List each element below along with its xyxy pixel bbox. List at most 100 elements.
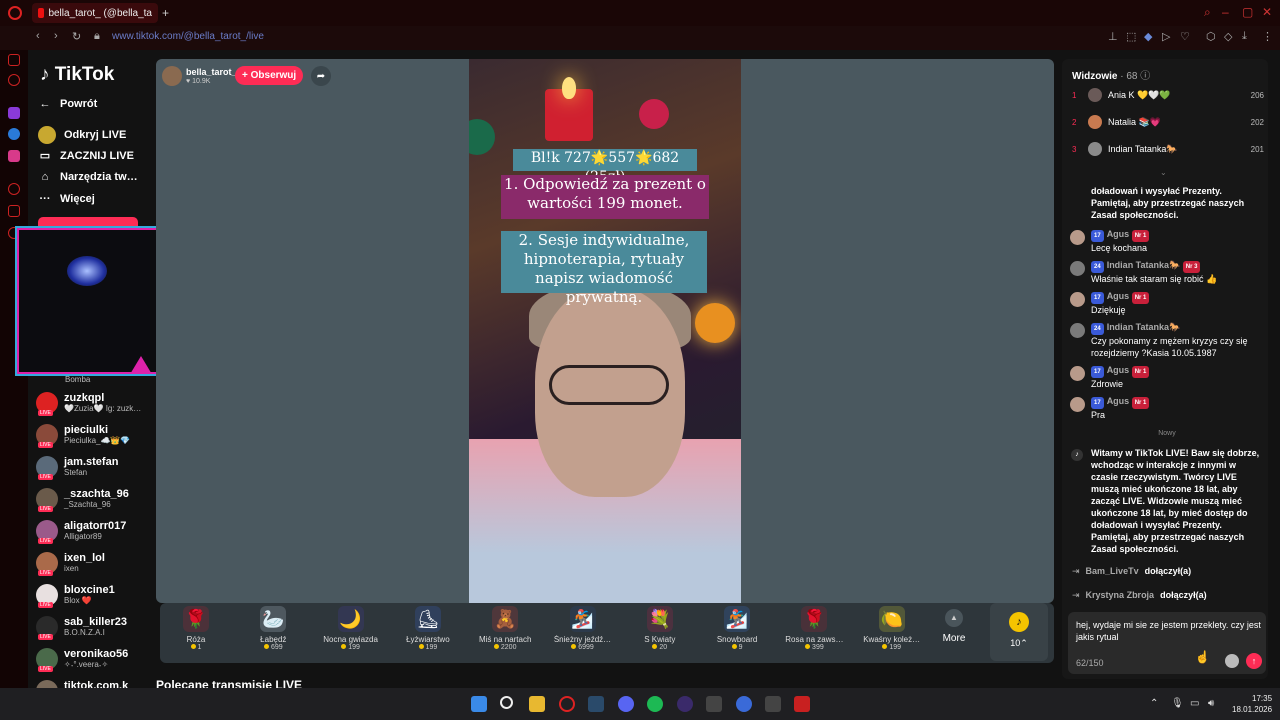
clock-icon[interactable] — [8, 183, 20, 195]
gift-item[interactable]: 🌙 Nocna gwiazda 199 — [316, 606, 386, 651]
shield-icon[interactable]: ◆ — [1144, 30, 1152, 43]
forward-icon[interactable]: › — [54, 30, 58, 42]
top-viewer[interactable]: 2 Natalia 📚💗 202 — [1072, 115, 1264, 129]
obs-icon[interactable] — [706, 696, 722, 712]
viewer-avatar[interactable] — [1088, 115, 1102, 129]
reload-icon[interactable]: ↻ — [72, 30, 81, 43]
channel-item[interactable]: LIVE _szachta_96 _Szachta_96 — [36, 488, 129, 512]
more-gifts-button[interactable]: ▲ More — [935, 607, 973, 644]
channel-item[interactable]: LIVE pieciulki Pieciulka_☁️👑💎 — [36, 424, 130, 448]
gift-item[interactable]: 🧸 Miś na nartach 2200 — [470, 606, 540, 651]
nav-start-live[interactable]: ▭ ZACZNIJ LIVE — [38, 149, 134, 163]
channel-item[interactable]: LIVE jam.stefan Stefan — [36, 456, 118, 480]
channel-name[interactable]: veronikao56 — [64, 648, 128, 660]
close-icon[interactable]: ✕ — [1262, 5, 1272, 19]
channel-avatar[interactable]: LIVE — [36, 424, 58, 448]
share-icon[interactable]: ➦ — [311, 66, 331, 86]
chat-username[interactable]: Agus — [1107, 396, 1130, 406]
chat-avatar[interactable] — [1070, 397, 1085, 412]
join-username[interactable]: Bam_LiveTv — [1086, 566, 1139, 577]
viewer-name[interactable]: Ania K 💛🤍💚 — [1108, 90, 1251, 101]
channel-avatar[interactable]: LIVE — [36, 616, 58, 640]
top-viewer[interactable]: 3 Indian Tatanka🐎 201 — [1072, 142, 1264, 156]
emoji-icon[interactable] — [1225, 654, 1239, 668]
channel-name[interactable]: zuzkqpl — [64, 392, 141, 404]
channel-item[interactable]: LIVE bloxcine1 Blox ❤️ — [36, 584, 115, 608]
download-icon[interactable]: ⤓ — [1242, 30, 1247, 43]
channel-name[interactable]: ixen_lol — [64, 552, 105, 564]
aria-icon[interactable] — [8, 54, 20, 66]
coin-balance[interactable]: ♪ 10⌃ — [990, 603, 1048, 661]
opera-taskbar-icon[interactable] — [559, 696, 575, 712]
channel-avatar[interactable]: LIVE — [36, 392, 58, 416]
channel-name[interactable]: pieciulki — [64, 424, 130, 436]
network-icon[interactable]: ▭ — [1190, 698, 1199, 709]
viewer-name[interactable]: Indian Tatanka🐎 — [1108, 144, 1251, 155]
channel-name[interactable]: aligatorr017 — [64, 520, 126, 532]
chat-input-text[interactable]: hej, wydaje mi sie ze jestem przeklety. … — [1076, 619, 1264, 643]
collapse-chevron-icon[interactable]: ⌄ — [1160, 168, 1167, 177]
channel-item[interactable]: LIVE ixen_lol ixen — [36, 552, 105, 576]
tiktok-logo[interactable]: ♪ TikTok — [40, 64, 114, 86]
chat-username[interactable]: Indian Tatanka🐎 — [1107, 260, 1181, 270]
gift-item[interactable]: 🌹 Rosa na zaws… 399 — [779, 606, 849, 651]
channel-avatar[interactable]: LIVE — [36, 584, 58, 608]
extensions-icon[interactable]: ⬡ — [1206, 30, 1216, 43]
chat-avatar[interactable] — [1070, 230, 1085, 245]
channel-name[interactable]: sab_killer23 — [64, 616, 127, 628]
join-username[interactable]: Krystyna Zbroja — [1086, 590, 1155, 601]
volume-icon[interactable]: 🔊︎ — [1208, 698, 1214, 709]
streamer-avatar[interactable] — [162, 66, 182, 86]
app2-icon[interactable] — [736, 696, 752, 712]
spotify-icon[interactable] — [647, 696, 663, 712]
chat-username[interactable]: Agus — [1107, 291, 1130, 301]
discord-icon[interactable] — [618, 696, 634, 712]
chat-message[interactable]: 17 Agus Nr 1 Pra — [1070, 395, 1264, 421]
browser-tab[interactable]: bella_tarot_ (@bella_ta — [32, 3, 158, 23]
app3-icon[interactable] — [765, 696, 781, 712]
send-button[interactable]: ↑ — [1246, 653, 1262, 669]
play-icon[interactable]: ▷ — [1162, 30, 1170, 43]
channel-item[interactable]: LIVE zuzkqpl 🤍Zuzia🤍 Ig: zuzk… — [36, 392, 141, 416]
channel-avatar[interactable]: LIVE — [36, 648, 58, 672]
chat-username[interactable]: Agus — [1107, 365, 1130, 375]
chat-avatar[interactable] — [1070, 292, 1085, 307]
gift-item[interactable]: ⛸ Łyżwiarstwo 199 — [393, 606, 463, 651]
twitch-icon[interactable] — [8, 107, 20, 119]
easy-setup-icon[interactable]: ◇ — [1224, 30, 1232, 43]
channel-avatar[interactable]: LIVE — [36, 488, 58, 512]
live-video[interactable]: Bl!k 727🌟557🌟682 (25zł) 1. Odpowiedź za … — [469, 59, 741, 603]
channel-avatar[interactable]: LIVE — [36, 520, 58, 544]
channel-name[interactable]: _szachta_96 — [64, 488, 129, 500]
messenger-icon[interactable] — [8, 128, 20, 140]
gift-item[interactable]: 💐 S Kwiaty 20 — [625, 606, 695, 651]
gift-item[interactable]: 🍋 Kwaśny koleż… 199 — [857, 606, 927, 651]
chat-message[interactable]: 24 Indian Tatanka🐎 Czy pokonamy z mężem kr… — [1070, 321, 1264, 359]
chat-message[interactable]: 17 Agus Nr 1 Lecę kochana — [1070, 228, 1264, 254]
chat-username[interactable]: Agus — [1107, 229, 1130, 239]
channel-name[interactable]: bloxcine1 — [64, 584, 115, 596]
file-explorer-icon[interactable] — [529, 696, 545, 712]
maximize-icon[interactable]: ▢ — [1242, 5, 1253, 19]
app4-icon[interactable] — [794, 696, 810, 712]
microphone-icon[interactable]: 🎙︎ — [1171, 698, 1184, 709]
nav-creator-tools[interactable]: ⌂ Narzędzia tw… — [38, 171, 138, 183]
chat-input[interactable]: hej, wydaje mi sie ze jestem przeklety. … — [1068, 612, 1266, 674]
channel-item[interactable]: LIVE aligatorr017 Alligator89 — [36, 520, 126, 544]
chat-message[interactable]: 17 Agus Nr 1 Dziękuję — [1070, 290, 1264, 316]
streamer-name[interactable]: bella_tarot_ — [186, 67, 237, 77]
bookmarks-icon[interactable] — [8, 205, 20, 217]
instagram-icon[interactable] — [8, 150, 20, 162]
chat-avatar[interactable] — [1070, 323, 1085, 338]
snapshot-icon[interactable]: ⬚ — [1126, 30, 1136, 43]
channel-avatar[interactable]: LIVE — [36, 552, 58, 576]
viewer-avatar[interactable] — [1088, 88, 1102, 102]
viewer-name[interactable]: Natalia 📚💗 — [1108, 117, 1251, 128]
chat-message[interactable]: 17 Agus Nr 1 Zdrowie — [1070, 364, 1264, 390]
app-icon[interactable] — [677, 696, 693, 712]
chat-avatar[interactable] — [1070, 366, 1085, 381]
chat-username[interactable]: Indian Tatanka🐎 — [1107, 322, 1181, 332]
gift-item[interactable]: 🌹 Róża 1 — [161, 606, 231, 651]
start-icon[interactable] — [471, 696, 487, 712]
channel-avatar[interactable]: LIVE — [36, 456, 58, 480]
